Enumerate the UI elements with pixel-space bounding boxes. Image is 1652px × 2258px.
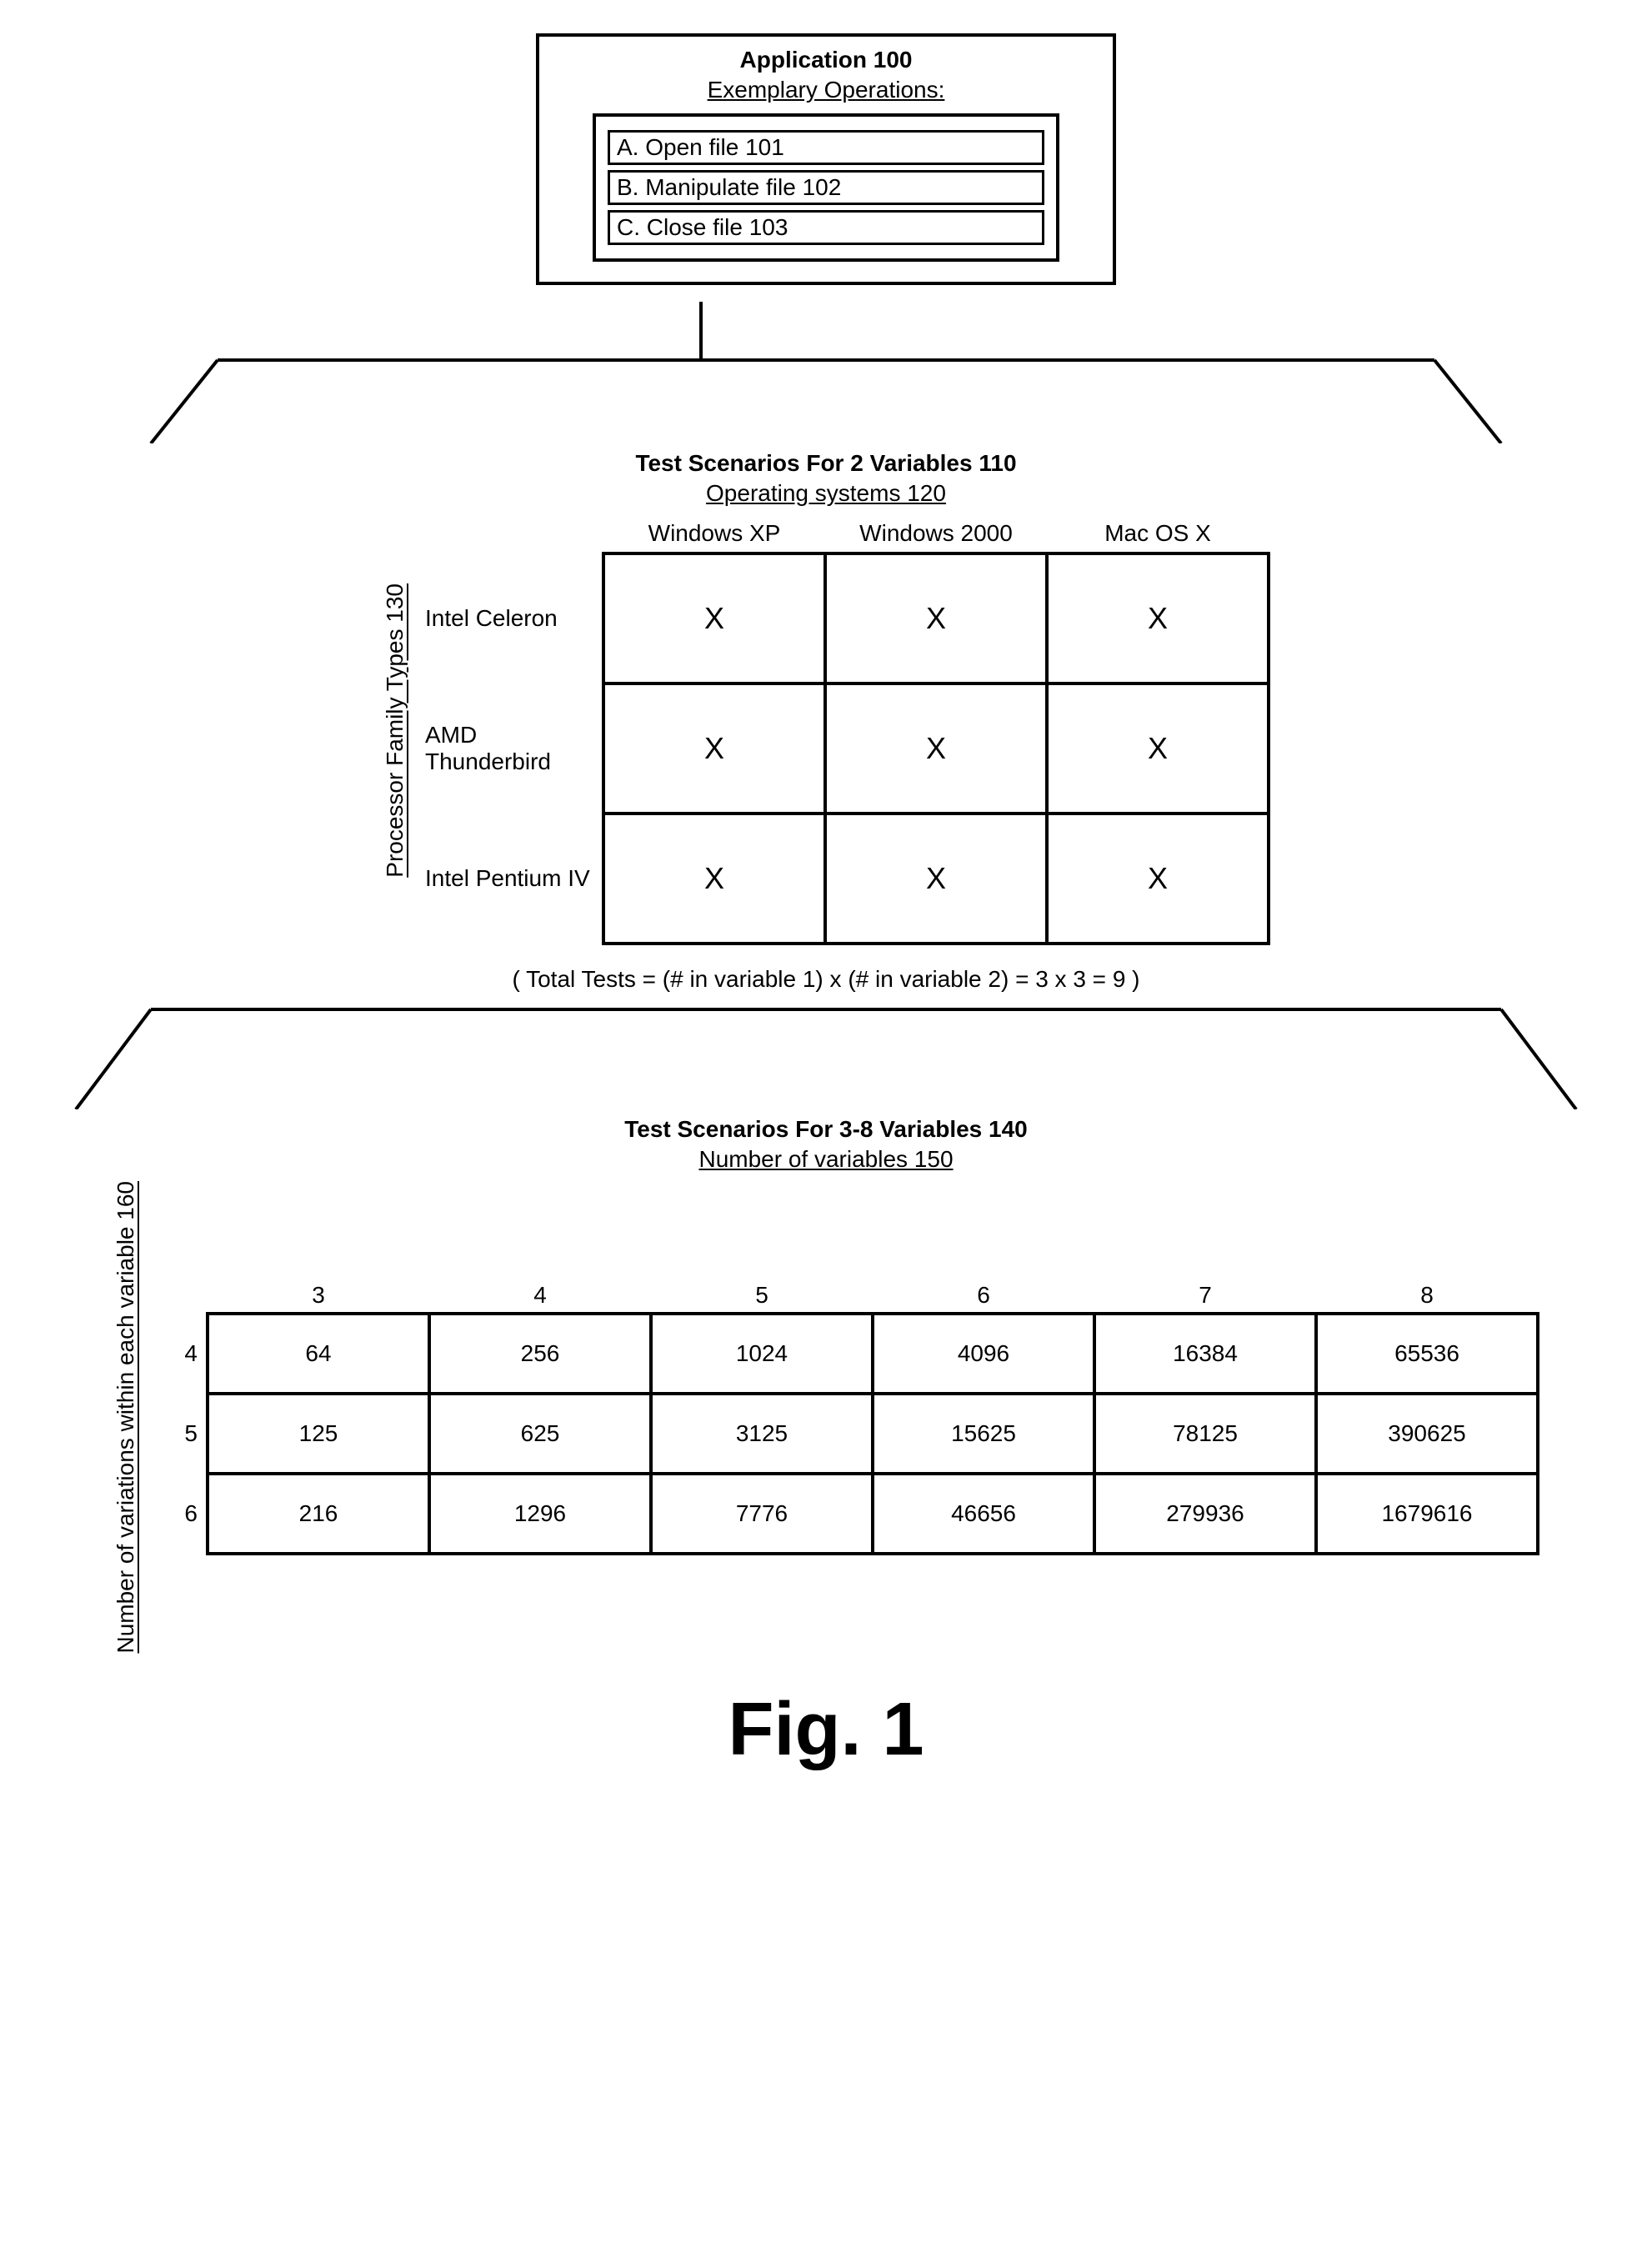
- matrix-cell: 15625: [873, 1394, 1094, 1474]
- application-subtitle: Exemplary Operations:: [559, 77, 1093, 103]
- matrix-cell: 16384: [1094, 1314, 1316, 1394]
- matrix-cell: 78125: [1094, 1394, 1316, 1474]
- scenario1-matrix: Processor Family Types 130 Windows XP Wi…: [50, 515, 1602, 945]
- scenario2-title: Test Scenarios For 3-8 Variables 140: [50, 1116, 1602, 1143]
- connector-bracket-icon: [118, 302, 1534, 443]
- scenario1-title: Test Scenarios For 2 Variables 110: [50, 450, 1602, 477]
- matrix-cell: 7776: [651, 1474, 873, 1554]
- application-box: Application 100 Exemplary Operations: A.…: [536, 33, 1116, 285]
- matrix-cell: 64: [208, 1314, 429, 1394]
- matrix-cell: 625: [429, 1394, 651, 1474]
- row-label: 5: [156, 1394, 208, 1474]
- scenario2-col-heading: Number of variables 150: [50, 1146, 1602, 1173]
- row-label: Intel Pentium IV: [425, 814, 603, 944]
- matrix-cell: X: [825, 814, 1047, 944]
- row-label: Intel Celeron: [425, 553, 603, 683]
- row-label: AMD Thunderbird: [425, 683, 603, 814]
- matrix-cell: X: [825, 553, 1047, 683]
- row-label: 4: [156, 1314, 208, 1394]
- matrix-cell: X: [825, 683, 1047, 814]
- operation-item: A. Open file 101: [608, 130, 1044, 165]
- col-header: Windows XP: [603, 515, 825, 553]
- matrix-cell: 1296: [429, 1474, 651, 1554]
- col-header: Windows 2000: [825, 515, 1047, 553]
- matrix-cell: 65536: [1316, 1314, 1538, 1394]
- col-header: Mac OS X: [1047, 515, 1269, 553]
- matrix-cell: X: [603, 683, 825, 814]
- application-title: Application 100: [559, 47, 1093, 73]
- connector-bracket-icon: [51, 1001, 1601, 1109]
- row-label: 6: [156, 1474, 208, 1554]
- scenario2-row-heading: Number of variations within each variabl…: [113, 1181, 139, 1654]
- col-header: 6: [873, 1279, 1094, 1314]
- scenario1-col-heading: Operating systems 120: [50, 480, 1602, 507]
- matrix-cell: X: [603, 553, 825, 683]
- matrix-cell: X: [1047, 683, 1269, 814]
- operation-item: B. Manipulate file 102: [608, 170, 1044, 205]
- matrix-cell: 125: [208, 1394, 429, 1474]
- operation-item: C. Close file 103: [608, 210, 1044, 245]
- scenario1-table: Windows XP Windows 2000 Mac OS X Intel C…: [425, 515, 1270, 945]
- scenario2-table: 3 4 5 6 7 8 4 64 256 1024 4096 16384 655…: [156, 1279, 1539, 1555]
- matrix-cell: X: [1047, 553, 1269, 683]
- matrix-cell: 390625: [1316, 1394, 1538, 1474]
- total-tests-formula: ( Total Tests = (# in variable 1) x (# i…: [50, 966, 1602, 993]
- scenario1-row-heading: Processor Family Types 130: [382, 583, 408, 878]
- matrix-cell: X: [1047, 814, 1269, 944]
- matrix-cell: 46656: [873, 1474, 1094, 1554]
- matrix-cell: 216: [208, 1474, 429, 1554]
- col-header: 4: [429, 1279, 651, 1314]
- col-header: 5: [651, 1279, 873, 1314]
- col-header: 8: [1316, 1279, 1538, 1314]
- matrix-cell: 1679616: [1316, 1474, 1538, 1554]
- operations-group: A. Open file 101 B. Manipulate file 102 …: [593, 113, 1059, 262]
- scenario2-matrix: Number of variations within each variabl…: [50, 1181, 1602, 1654]
- matrix-cell: 1024: [651, 1314, 873, 1394]
- col-header: 7: [1094, 1279, 1316, 1314]
- figure-label: Fig. 1: [50, 1687, 1602, 1773]
- matrix-cell: 279936: [1094, 1474, 1316, 1554]
- col-header: 3: [208, 1279, 429, 1314]
- matrix-cell: 3125: [651, 1394, 873, 1474]
- matrix-cell: 256: [429, 1314, 651, 1394]
- matrix-cell: 4096: [873, 1314, 1094, 1394]
- matrix-cell: X: [603, 814, 825, 944]
